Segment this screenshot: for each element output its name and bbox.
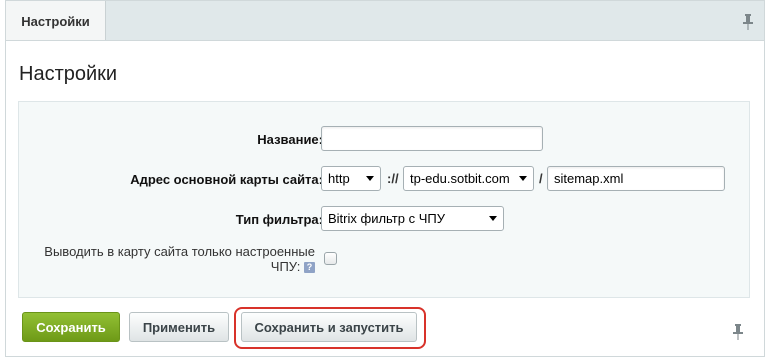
only-sef-label-line2: ЧПУ:	[270, 259, 301, 274]
only-sef-checkbox[interactable]	[324, 252, 337, 265]
apply-button[interactable]: Применить	[129, 312, 229, 342]
only-sef-label: Выводить в карту сайта только настроенны…	[29, 244, 315, 274]
settings-form: Название: Адрес основной карты сайта: ht…	[18, 101, 750, 298]
domain-select-value: tp-edu.sotbit.com	[410, 171, 510, 186]
filter-type-select-value: Bitrix фильтр с ЧПУ	[328, 211, 445, 226]
tab-settings-label: Настройки	[21, 13, 90, 29]
sitemap-address-label: Адрес основной карты сайта:	[130, 172, 323, 187]
scheme-separator: ://	[387, 171, 399, 186]
only-sef-label-line1: Выводить в карту сайта только настроенны…	[44, 244, 315, 259]
filter-type-select[interactable]: Bitrix фильтр с ЧПУ	[321, 206, 504, 231]
domain-select[interactable]: tp-edu.sotbit.com	[403, 166, 534, 191]
name-input[interactable]	[321, 126, 543, 151]
tab-bar: Настройки	[5, 0, 765, 41]
tab-settings[interactable]: Настройки	[6, 1, 106, 41]
save-button[interactable]: Сохранить	[22, 312, 120, 342]
protocol-select-value: http	[328, 171, 350, 186]
page-title: Настройки	[19, 63, 118, 85]
pin-icon[interactable]	[742, 14, 754, 30]
highlight-box	[234, 307, 426, 349]
help-icon[interactable]: ?	[304, 262, 315, 274]
name-label: Название:	[257, 132, 323, 147]
path-separator: /	[539, 171, 543, 186]
pin-icon[interactable]	[732, 324, 744, 340]
filter-type-label: Тип фильтра:	[235, 212, 323, 227]
sitemap-filename-input[interactable]: sitemap.xml	[547, 166, 725, 191]
chevron-down-icon	[489, 216, 497, 221]
chevron-down-icon	[519, 176, 527, 181]
protocol-select[interactable]: http	[321, 166, 381, 191]
chevron-down-icon	[366, 176, 374, 181]
